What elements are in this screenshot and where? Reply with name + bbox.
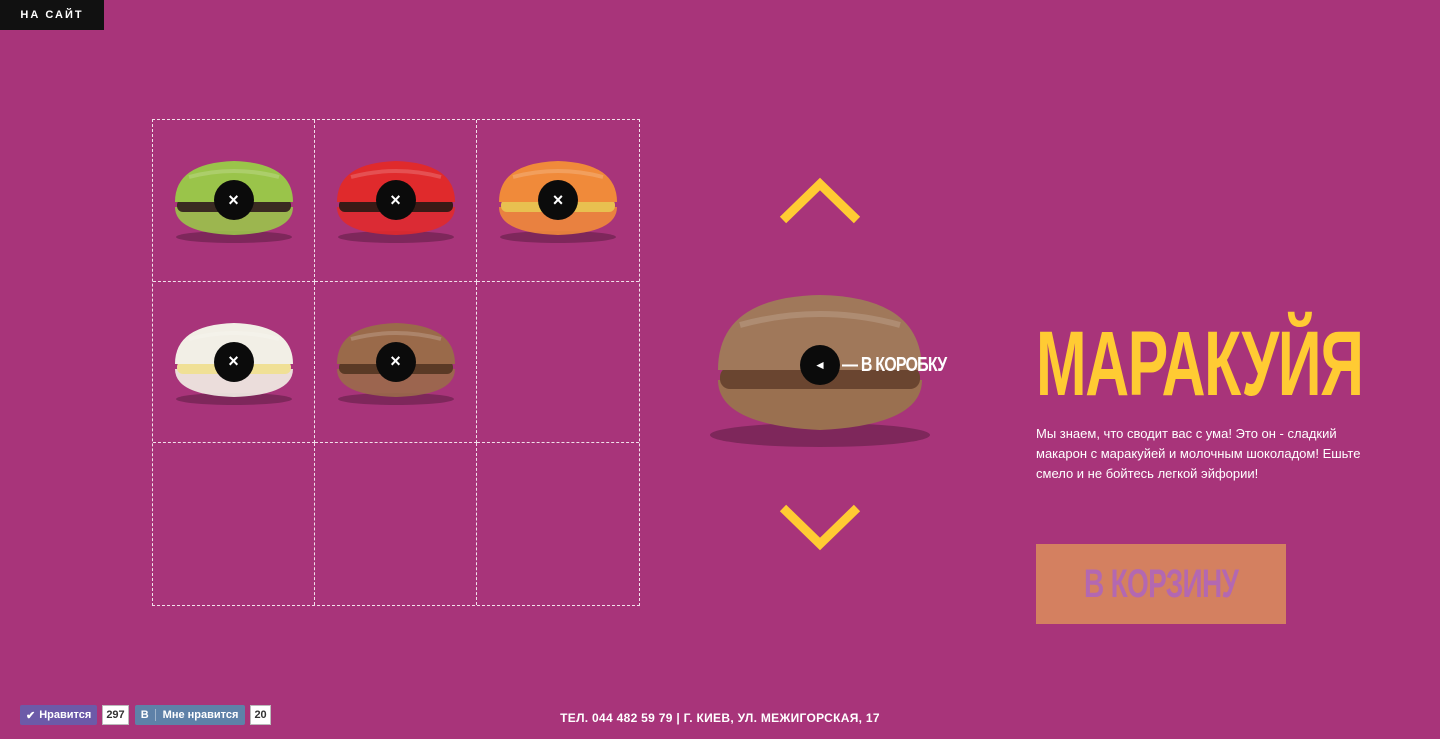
close-icon: × xyxy=(228,351,239,372)
remove-macaron-button[interactable]: × xyxy=(375,180,416,221)
product-title: МАРАКУЙЯ xyxy=(1036,313,1364,415)
box-slot[interactable] xyxy=(153,443,315,605)
close-icon: × xyxy=(390,351,401,372)
remove-macaron-button[interactable]: × xyxy=(375,341,416,382)
close-icon: × xyxy=(552,189,564,210)
remove-macaron-button[interactable]: × xyxy=(213,341,254,382)
arrow-down-icon[interactable] xyxy=(779,502,861,552)
footer-contact: ТЕЛ. 044 482 59 79 | Г. КИЕВ, УЛ. МЕЖИГО… xyxy=(560,711,880,725)
add-to-cart-button[interactable]: В КОРЗИНУ xyxy=(1036,544,1286,624)
box-slot[interactable] xyxy=(315,443,477,605)
add-to-box-label: — В КОРОБКУ xyxy=(842,353,947,376)
box-slot: × xyxy=(315,281,477,444)
remove-macaron-button[interactable]: × xyxy=(213,180,254,221)
close-icon: × xyxy=(228,189,239,210)
play-icon: ◄ xyxy=(800,345,840,385)
remove-macaron-button[interactable]: × xyxy=(538,180,578,221)
box-slot: × xyxy=(153,120,315,282)
to-site-button[interactable]: НА САЙТ xyxy=(0,0,104,30)
box-slot: × xyxy=(153,281,315,444)
close-icon: × xyxy=(390,189,401,210)
product-description: Мы знаем, что сводит вас с ума! Это он -… xyxy=(1036,426,1361,481)
box-slot: × xyxy=(315,120,477,282)
box-slot: × xyxy=(477,120,639,282)
arrow-up-icon[interactable] xyxy=(779,176,861,226)
box-slot[interactable] xyxy=(477,282,639,444)
box-slot[interactable] xyxy=(477,443,639,605)
add-to-box-button[interactable]: ◄ — В КОРОБКУ xyxy=(800,345,972,385)
macaron-box-grid: × × × × × xyxy=(152,119,640,606)
cart-button-label: В КОРЗИНУ xyxy=(1083,561,1239,606)
